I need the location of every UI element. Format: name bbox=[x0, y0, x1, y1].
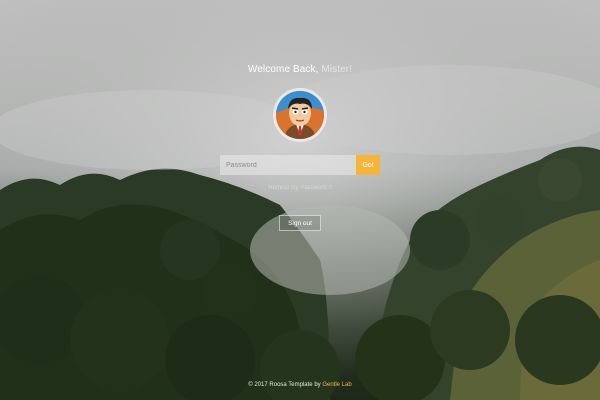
welcome-heading: Welcome Back, Mister! bbox=[0, 64, 600, 75]
login-form: Go! bbox=[220, 155, 380, 175]
avatar bbox=[273, 88, 327, 142]
welcome-greeting: Welcome Back, bbox=[247, 64, 319, 75]
remind-password-link[interactable]: Remind my Password ? bbox=[0, 185, 600, 191]
background-forest-fog bbox=[0, 0, 600, 400]
signout-button[interactable]: Sign out bbox=[279, 215, 321, 231]
welcome-user-name: Mister! bbox=[321, 64, 353, 75]
password-input[interactable] bbox=[220, 155, 356, 175]
cartoon-man-avatar-icon bbox=[276, 91, 324, 139]
go-button[interactable]: Go! bbox=[356, 155, 380, 175]
footer-copyright: © 2017 Roosa Template by bbox=[248, 382, 321, 388]
footer: © 2017 Roosa Template by Gentle Lab bbox=[0, 382, 600, 388]
forest-illustration bbox=[0, 0, 600, 400]
footer-author-link[interactable]: Gentle Lab bbox=[322, 382, 351, 388]
